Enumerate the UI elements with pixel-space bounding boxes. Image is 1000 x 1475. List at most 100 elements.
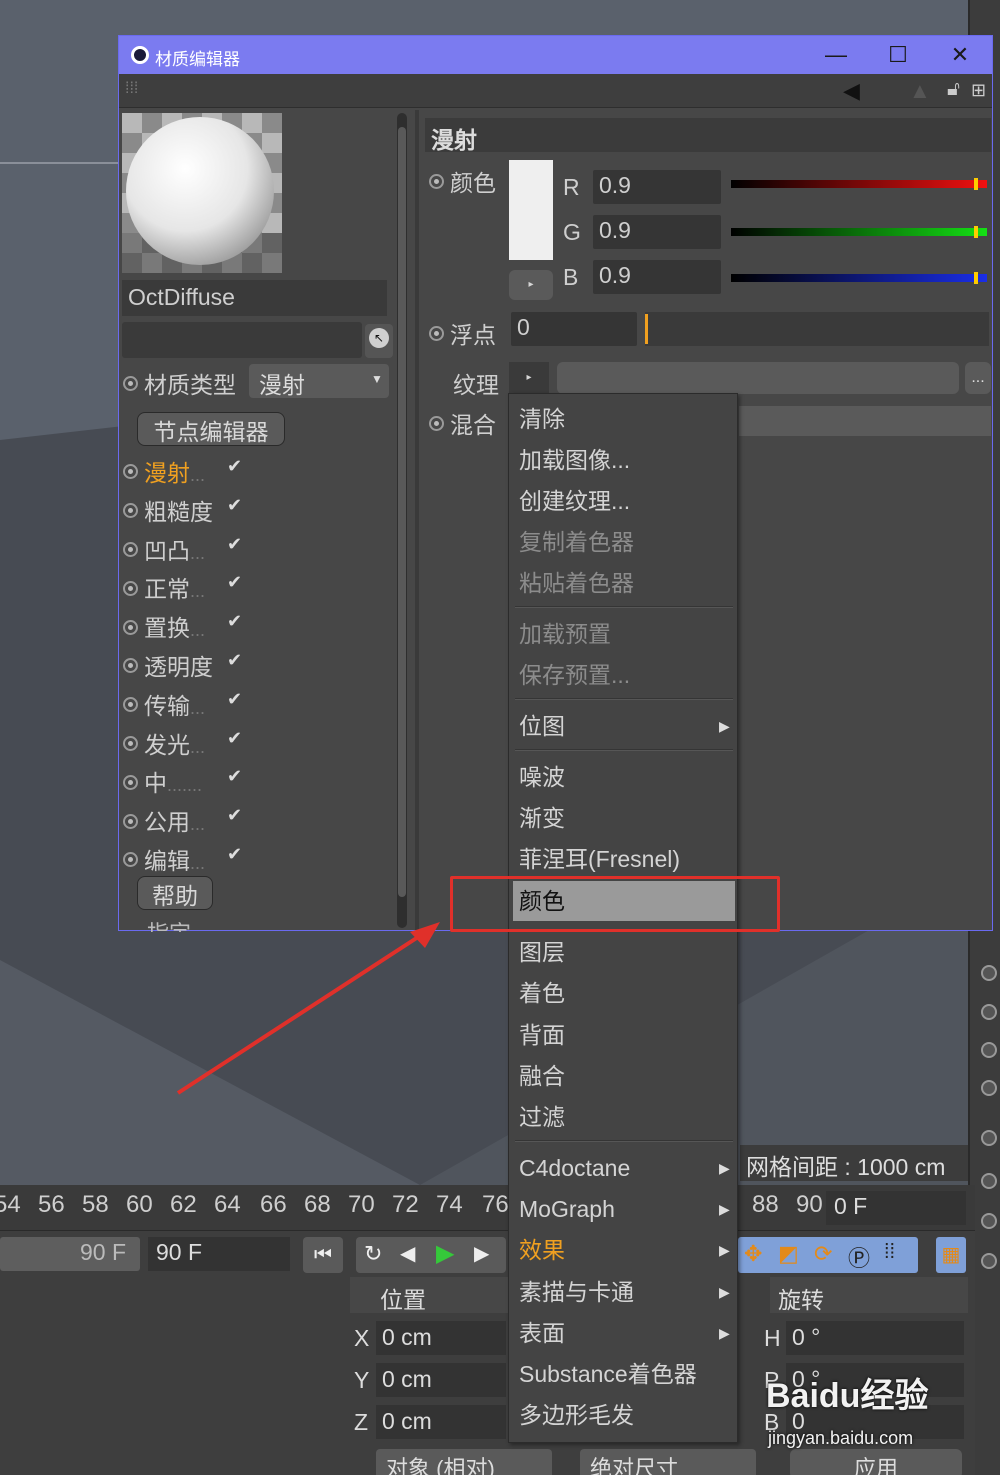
menu-item[interactable]: 复制着色器: [519, 522, 634, 562]
maximize-button[interactable]: ☐: [883, 42, 913, 68]
channel-9[interactable]: 公用... ✔: [123, 803, 242, 835]
radio-icon[interactable]: [429, 326, 444, 342]
grid-dots-icon[interactable]: ⁞⁞: [884, 1241, 895, 1264]
menu-item[interactable]: 着色: [519, 973, 565, 1013]
radio-icon[interactable]: [123, 658, 138, 674]
menu-item[interactable]: 表面 ▶: [519, 1313, 730, 1353]
mix-slider[interactable]: [739, 406, 991, 436]
check-icon[interactable]: ✔: [227, 611, 242, 632]
channel-7[interactable]: 发光... ✔: [123, 726, 242, 758]
radio-icon[interactable]: [123, 580, 138, 596]
check-icon[interactable]: ✔: [227, 495, 242, 516]
new-panel-icon[interactable]: ⊞: [971, 80, 986, 101]
g-field[interactable]: 0.9: [593, 215, 721, 249]
menu-item[interactable]: 渐变: [519, 798, 565, 838]
check-icon[interactable]: ✔: [227, 534, 242, 555]
menu-item[interactable]: 清除: [519, 399, 565, 439]
b-field[interactable]: 0.9: [593, 260, 721, 294]
channel-3[interactable]: 正常... ✔: [123, 570, 242, 602]
radio-icon[interactable]: [123, 852, 138, 868]
radio-icon[interactable]: [981, 1042, 997, 1058]
radio-icon[interactable]: [123, 464, 138, 480]
channel-0[interactable]: 漫射... ✔: [123, 454, 242, 486]
radio-icon[interactable]: [123, 774, 138, 790]
b-slider[interactable]: [731, 274, 987, 282]
menu-item[interactable]: Substance着色器: [519, 1354, 697, 1394]
material-type-dropdown[interactable]: 漫射 ▼: [249, 364, 389, 398]
material-name[interactable]: OctDiffuse: [122, 280, 387, 316]
menu-item[interactable]: 背面: [519, 1015, 565, 1055]
playback-controls[interactable]: ↻ ◀ ▶ ▶: [356, 1237, 506, 1273]
radio-icon[interactable]: [981, 1080, 997, 1096]
menu-item[interactable]: 创建纹理...: [519, 481, 630, 521]
radio-icon[interactable]: [123, 697, 138, 713]
menu-item[interactable]: 菲涅耳(Fresnel): [519, 839, 680, 879]
step-back-icon[interactable]: ◀: [400, 1241, 415, 1266]
left-scrollbar[interactable]: [397, 113, 407, 928]
film-icon[interactable]: ▦: [936, 1237, 966, 1273]
menu-item[interactable]: 加载图像...: [519, 440, 630, 480]
close-button[interactable]: ✕: [945, 42, 975, 68]
up-arrow-icon[interactable]: ▲: [909, 78, 931, 104]
radio-icon[interactable]: [123, 619, 138, 635]
menu-item[interactable]: C4doctane ▶: [519, 1148, 730, 1188]
menu-item[interactable]: 图层: [519, 932, 565, 972]
channel-1[interactable]: 粗糙度 ✔: [123, 493, 242, 525]
z-field[interactable]: 0 cm: [376, 1405, 506, 1439]
menu-item[interactable]: 效果 ▶: [519, 1230, 730, 1270]
radio-icon[interactable]: [123, 376, 138, 392]
lock-icon[interactable]: 🔓︎: [947, 78, 960, 101]
menu-item[interactable]: 融合: [519, 1056, 565, 1096]
color-swatch[interactable]: [509, 160, 553, 260]
channel-6[interactable]: 传输... ✔: [123, 687, 242, 719]
check-icon[interactable]: ✔: [227, 572, 242, 593]
menu-item[interactable]: MoGraph ▶: [519, 1189, 730, 1229]
play-icon[interactable]: ▶: [436, 1239, 454, 1268]
radio-icon[interactable]: [429, 174, 444, 190]
radio-icon[interactable]: [123, 813, 138, 829]
float-slider[interactable]: [645, 312, 989, 346]
radio-icon[interactable]: [429, 416, 444, 432]
channel-8[interactable]: 中....... ✔: [123, 764, 242, 796]
check-icon[interactable]: ✔: [227, 805, 242, 826]
color-menu-button[interactable]: ▸: [509, 270, 553, 300]
record-icon[interactable]: ↻: [364, 1241, 382, 1267]
step-forward-icon[interactable]: ▶: [474, 1241, 489, 1266]
menu-item[interactable]: 过滤: [519, 1097, 565, 1137]
b-slider-handle[interactable]: [974, 272, 978, 284]
help-button[interactable]: 帮助: [137, 876, 213, 910]
menu-item[interactable]: 多边形毛发: [519, 1395, 634, 1435]
channel-5[interactable]: 透明度 ✔: [123, 648, 242, 680]
move-icon[interactable]: ✥: [744, 1241, 762, 1267]
material-preview[interactable]: [122, 113, 282, 273]
g-slider[interactable]: [731, 228, 987, 236]
menu-item[interactable]: 加载预置: [519, 614, 611, 654]
radio-icon[interactable]: [981, 1004, 997, 1020]
back-arrow-icon[interactable]: ◀: [843, 78, 860, 104]
apply-button[interactable]: 应用: [790, 1449, 962, 1475]
float-slider-handle[interactable]: [645, 314, 648, 344]
menu-item[interactable]: 位图 ▶: [519, 706, 730, 746]
channel-10[interactable]: 编辑... ✔: [123, 842, 242, 874]
radio-icon[interactable]: [981, 965, 997, 981]
channel-2[interactable]: 凹凸... ✔: [123, 532, 242, 564]
frame-end-field[interactable]: 90 F: [148, 1237, 290, 1271]
material-link-field[interactable]: [122, 322, 362, 358]
menu-item[interactable]: 素描与卡通 ▶: [519, 1272, 730, 1312]
node-editor-button[interactable]: 节点编辑器: [137, 412, 285, 446]
go-start-icon[interactable]: ⏮: [303, 1237, 343, 1273]
r-slider-handle[interactable]: [974, 178, 978, 190]
radio-icon[interactable]: [123, 542, 138, 558]
y-field[interactable]: 0 cm: [376, 1363, 506, 1397]
radio-icon[interactable]: [981, 1130, 997, 1146]
radio-icon[interactable]: [981, 1173, 997, 1189]
coord-mode-dropdown[interactable]: 对象 (相对): [376, 1449, 552, 1475]
x-field[interactable]: 0 cm: [376, 1321, 506, 1355]
param-icon[interactable]: Ⓟ: [848, 1241, 870, 1273]
radio-icon[interactable]: [981, 1253, 997, 1269]
radio-icon[interactable]: [123, 736, 138, 752]
radio-icon[interactable]: [123, 503, 138, 519]
texture-more-button[interactable]: ...: [965, 362, 991, 394]
check-icon[interactable]: ✔: [227, 689, 242, 710]
channel-4[interactable]: 置换... ✔: [123, 609, 242, 641]
